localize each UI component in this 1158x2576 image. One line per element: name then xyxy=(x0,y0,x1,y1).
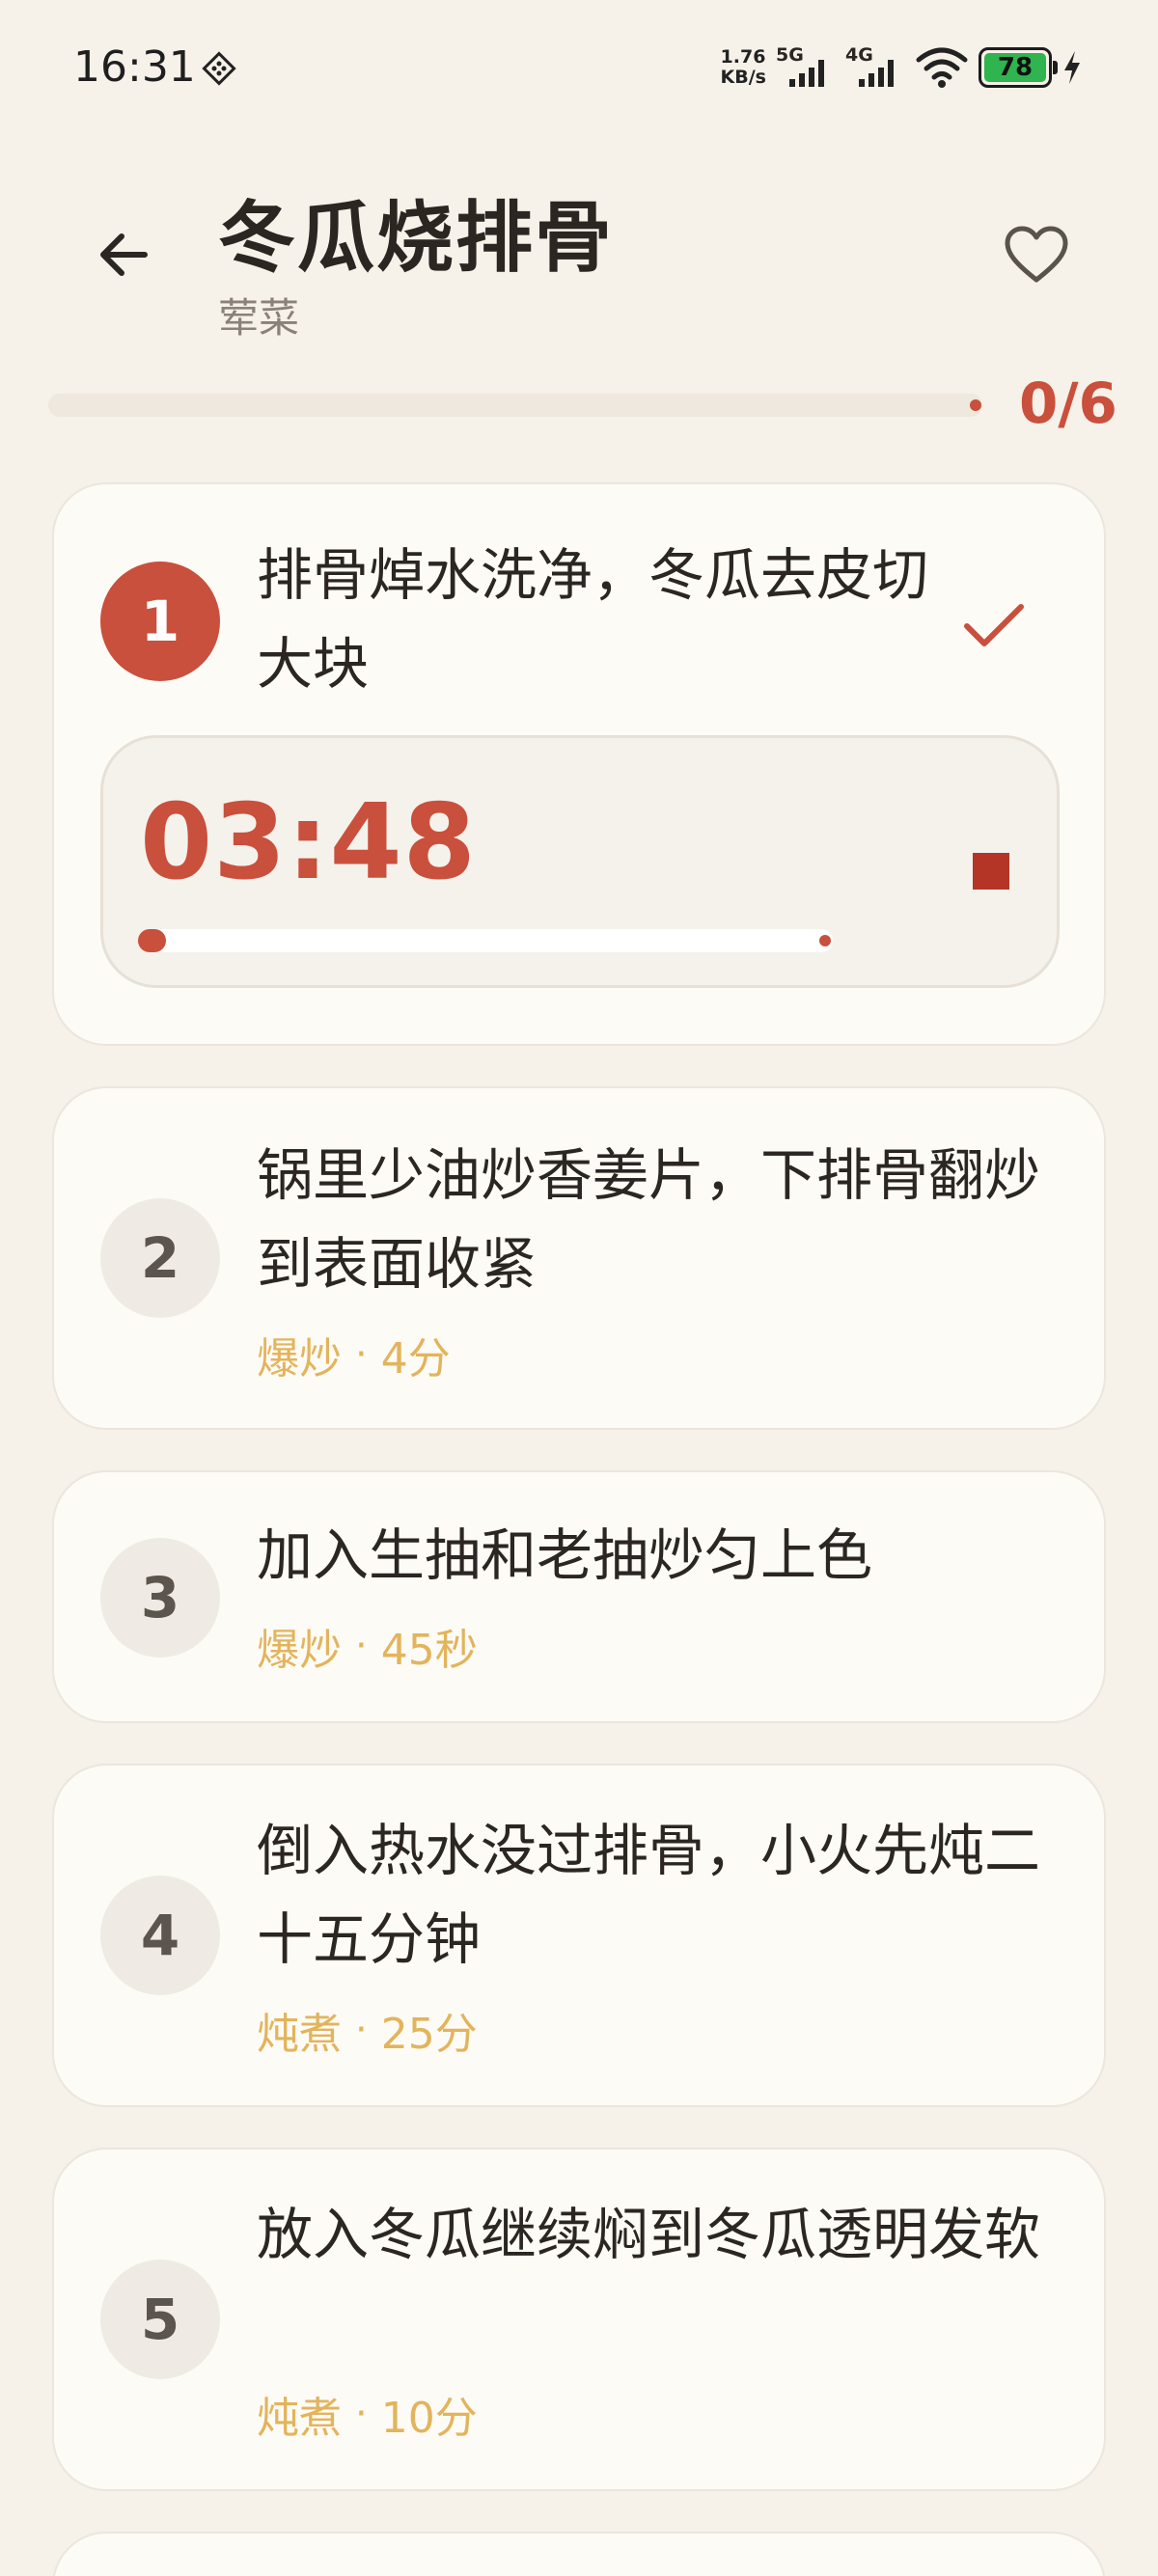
page-subtitle: 荤菜 xyxy=(218,294,300,342)
signal-5g: 5G xyxy=(776,44,836,91)
step-method: 炖煮 xyxy=(257,2394,342,2443)
favorite-button[interactable] xyxy=(998,216,1075,293)
step-number: 1 xyxy=(100,562,220,681)
stop-icon xyxy=(973,853,1009,890)
step-duration: 25分 xyxy=(380,2010,478,2059)
heart-outline-icon xyxy=(1005,226,1068,283)
timer-value: 03:48 xyxy=(140,782,477,903)
meta-separator: · xyxy=(355,2008,368,2052)
step-card[interactable]: 3 加入生抽和老抽炒匀上色 爆炒 · 45秒 xyxy=(52,1470,1106,1723)
step-method: 爆炒 xyxy=(257,1334,342,1384)
step-number: 4 xyxy=(100,1876,220,1995)
app-notification-icon xyxy=(202,51,236,86)
step-meta: 爆炒 · 45秒 xyxy=(257,1615,478,1677)
step-card[interactable]: 1 排骨焯水洗净，冬瓜去皮切大块 03:48 xyxy=(52,482,1106,1046)
status-bar: 16:31 1.76 KB/s 5G 4G 78 xyxy=(0,0,1158,135)
step-timer: 03:48 xyxy=(100,735,1060,988)
step-meta: 炖煮 · 10分 xyxy=(257,2383,478,2445)
progress-count: 0/6 xyxy=(1019,370,1117,436)
charging-icon xyxy=(1064,51,1080,84)
step-card[interactable]: 2 锅里少油炒香姜片，下排骨翻炒到表面收紧 爆炒 · 4分 xyxy=(52,1086,1106,1430)
step-method: 爆炒 xyxy=(257,1626,342,1675)
meta-separator: · xyxy=(355,2392,368,2436)
meta-separator: · xyxy=(355,1624,368,1668)
step-duration: 4分 xyxy=(380,1334,451,1384)
status-time: 16:31 xyxy=(73,42,196,92)
step-text: 放入冬瓜继续焖到冬瓜透明发软 xyxy=(257,2202,1041,2267)
signal-icon xyxy=(789,60,824,87)
step-number: 3 xyxy=(100,1538,220,1658)
step-card[interactable]: 5 放入冬瓜继续焖到冬瓜透明发软 炖煮 · 10分 xyxy=(52,2148,1106,2491)
check-icon xyxy=(964,604,1024,646)
step-method: 炖煮 xyxy=(257,2010,342,2059)
step-text: 排骨焯水洗净，冬瓜去皮切大块 xyxy=(257,542,929,697)
step-number: 5 xyxy=(100,2260,220,2379)
signal-icon xyxy=(859,60,894,87)
back-button[interactable] xyxy=(89,220,158,289)
meta-separator: · xyxy=(355,1332,368,1377)
timer-progress-bar xyxy=(138,929,833,952)
step-duration: 10分 xyxy=(380,2394,478,2443)
signal-4g: 4G xyxy=(845,44,905,91)
battery-icon: 78 xyxy=(979,47,1058,88)
step-complete-button[interactable] xyxy=(953,585,1034,666)
step-text: 倒入热水没过排骨，小火先炖二十五分钟 xyxy=(257,1818,1041,1972)
network-speed: 1.76 KB/s xyxy=(720,46,766,88)
step-meta: 炖煮 · 25分 xyxy=(257,1999,478,2061)
step-meta: 爆炒 · 4分 xyxy=(257,1324,451,1385)
recipe-progress-bar xyxy=(48,394,982,417)
arrow-left-icon xyxy=(100,233,148,276)
page-title: 冬瓜烧排骨 xyxy=(218,193,614,283)
progress-indicator-dot xyxy=(970,399,981,411)
wifi-icon xyxy=(916,47,968,88)
step-text: 锅里少油炒香姜片，下排骨翻炒到表面收紧 xyxy=(257,1142,1041,1297)
step-card[interactable] xyxy=(52,2532,1106,2576)
status-right: 1.76 KB/s 5G 4G 78 xyxy=(721,39,1083,96)
timer-progress-fill xyxy=(138,929,166,952)
step-number: 2 xyxy=(100,1198,220,1318)
step-duration: 45秒 xyxy=(380,1626,478,1675)
step-text: 加入生抽和老抽炒匀上色 xyxy=(257,1522,873,1588)
timer-stop-button[interactable] xyxy=(954,835,1028,908)
timer-end-dot xyxy=(819,935,831,946)
step-card[interactable]: 4 倒入热水没过排骨，小火先炖二十五分钟 炖煮 · 25分 xyxy=(52,1764,1106,2107)
